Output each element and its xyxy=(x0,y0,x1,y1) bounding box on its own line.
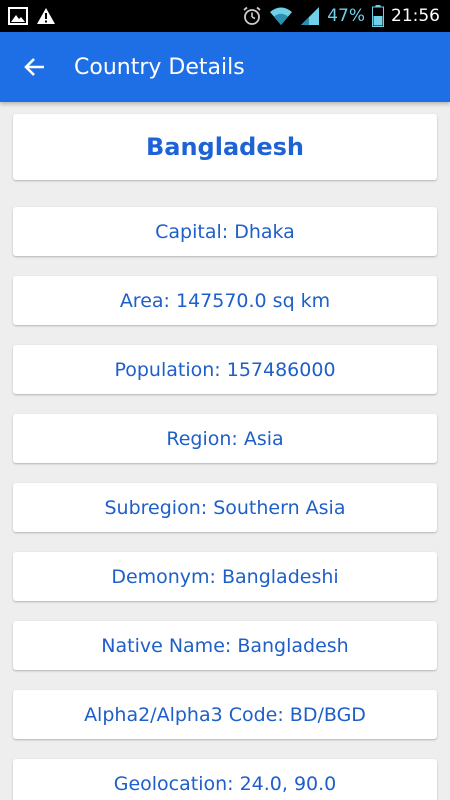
status-bar-right: 47% 21:56 xyxy=(242,5,440,27)
alarm-icon xyxy=(242,6,262,26)
native-name-card: Native Name: Bangladesh xyxy=(13,621,437,670)
signal-icon xyxy=(300,6,320,26)
country-details-list[interactable]: Bangladesh Capital: Dhaka Area: 147570.0… xyxy=(0,102,450,800)
subregion-card: Subregion: Southern Asia xyxy=(13,483,437,532)
page-title: Country Details xyxy=(74,54,245,80)
area-card: Area: 147570.0 sq km xyxy=(13,276,437,325)
status-bar: 47% 21:56 xyxy=(0,0,450,32)
region-card: Region: Asia xyxy=(13,414,437,463)
population-card: Population: 157486000 xyxy=(13,345,437,394)
demonym-card: Demonym: Bangladeshi xyxy=(13,552,437,601)
country-name-card: Bangladesh xyxy=(13,114,437,180)
warning-icon xyxy=(36,7,56,25)
app-bar: Country Details xyxy=(0,32,450,102)
capital-card: Capital: Dhaka xyxy=(13,207,437,256)
status-bar-left xyxy=(8,7,56,25)
clock: 21:56 xyxy=(391,6,440,26)
battery-icon xyxy=(372,5,384,27)
arrow-left-icon xyxy=(24,56,46,78)
back-button[interactable] xyxy=(0,32,70,102)
alpha-code-card: Alpha2/Alpha3 Code: BD/BGD xyxy=(13,690,437,739)
geolocation-card: Geolocation: 24.0, 90.0 xyxy=(13,759,437,800)
battery-percent: 47% xyxy=(327,6,365,26)
image-icon xyxy=(8,7,28,25)
wifi-icon xyxy=(269,6,293,26)
